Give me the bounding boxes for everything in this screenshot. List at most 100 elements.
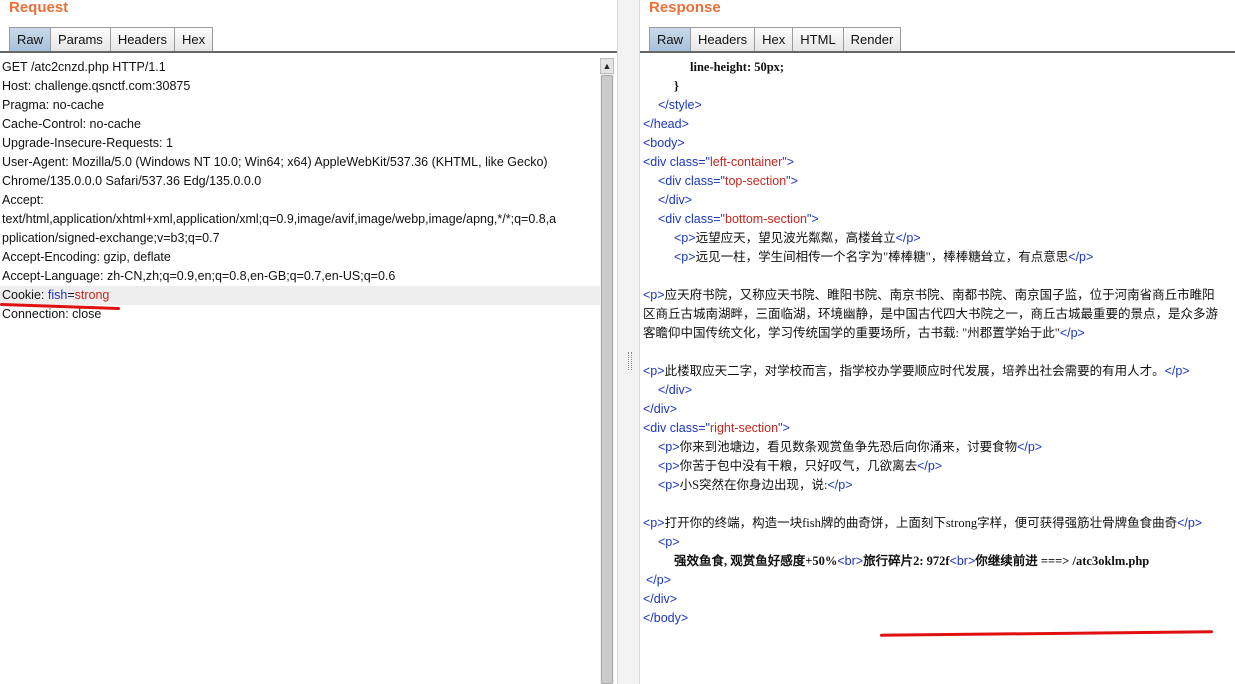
code-line: <body>	[643, 134, 1233, 153]
tag: </body>	[643, 611, 689, 625]
code-line: </div>	[643, 590, 1233, 609]
response-tab-bar: Raw Headers Hex HTML Render	[649, 27, 902, 51]
header-accept-language: Accept-Language: zh-CN,zh;q=0.9,en;q=0.8…	[2, 269, 396, 283]
tag: ">	[786, 174, 798, 188]
tag: </p>	[1059, 326, 1085, 340]
code-line: <p>	[643, 533, 1233, 552]
code-line: <p>打开你的终端，构造一块fish牌的曲奇饼，上面刻下strong字样，便可获…	[643, 514, 1218, 533]
code-line: <p>远望应天，望见波光粼粼，高楼耸立</p>	[643, 229, 1233, 248]
paragraph-text: 小S突然在你身边出现，说:	[679, 478, 828, 492]
header-cookie: Cookie: fish=strong	[0, 286, 600, 305]
tag: ="	[698, 155, 710, 169]
tag: </div>	[658, 383, 693, 397]
code-line: <div class="top-section">	[643, 172, 1233, 191]
tag: </head>	[643, 117, 689, 131]
cookie-name: fish	[47, 288, 68, 302]
cookie-key: Cookie:	[2, 288, 48, 302]
code-line: </div>	[643, 400, 1233, 419]
response-viewer[interactable]: line-height: 50px; } </style> </head> <b…	[643, 58, 1233, 628]
css-brace: }	[674, 79, 679, 93]
code-line: <p>你来到池塘边，看见数条观赏鱼争先恐后向你涌来，讨要食物</p>	[643, 438, 1233, 457]
tag: <p>	[643, 364, 665, 378]
tab-underline	[0, 51, 617, 53]
tag: ">	[806, 212, 819, 226]
tag: <p>	[658, 478, 680, 492]
code-line: <p>应天府书院，又称应天书院、睢阳书院、南京书院、南都书院、南京国子监，位于河…	[643, 286, 1218, 343]
tag: ="	[713, 174, 725, 188]
tag: <div	[643, 155, 670, 169]
code-line: <p>此楼取应天二字，对学校而言，指学校办学要顺应时代发展，培养出社会需要的有用…	[643, 362, 1218, 381]
code-line: </body>	[643, 609, 1233, 628]
tag: <p>	[674, 231, 696, 245]
tag: <p>	[658, 535, 680, 549]
tab-headers[interactable]: Headers	[109, 27, 175, 51]
tag: </p>	[1164, 364, 1190, 378]
header-user-agent-cont: Chrome/135.0.0.0 Safari/537.36 Edg/135.0…	[2, 174, 262, 188]
request-pane: Request Raw Params Headers Hex GET /atc2…	[0, 0, 617, 684]
request-editor[interactable]: GET /atc2cnzd.php HTTP/1.1 Host: challen…	[0, 58, 600, 324]
splitter-grip-icon[interactable]	[628, 352, 632, 370]
attr-value: top-section	[725, 174, 787, 188]
scroll-up-arrow-icon[interactable]: ▲	[600, 58, 614, 74]
paragraph-text: 远见一柱，学生间相传一个名字为"棒棒糖"，棒棒糖耸立，有点意思	[695, 250, 1069, 264]
paragraph-text: 你来到池塘边，看见数条观赏鱼争先恐后向你涌来，讨要食物	[679, 440, 1018, 454]
tab-hex[interactable]: Hex	[754, 27, 794, 51]
pane-splitter[interactable]	[617, 0, 640, 684]
tag: </p>	[827, 478, 853, 492]
header-accept: Accept:	[2, 193, 44, 207]
tab-render[interactable]: Render	[842, 27, 902, 51]
request-scrollbar[interactable]: ▲	[600, 58, 614, 684]
attr-value: left-container	[710, 155, 783, 169]
tag: <p>	[674, 250, 696, 264]
header-upgrade-insecure: Upgrade-Insecure-Requests: 1	[2, 136, 173, 150]
scroll-thumb[interactable]	[601, 75, 613, 684]
code-line: <p>远见一柱，学生间相传一个名字为"棒棒糖"，棒棒糖耸立，有点意思</p>	[643, 248, 1233, 267]
hint-underline-annotation	[879, 630, 1214, 637]
code-line: <div class="bottom-section">	[643, 210, 1233, 229]
tag: </div>	[658, 193, 693, 207]
tag: ">	[778, 421, 790, 435]
tag: </div>	[643, 592, 678, 606]
tag: </p>	[1177, 516, 1203, 530]
header-accept-value-cont: pplication/signed-exchange;v=b3;q=0.7	[2, 231, 220, 245]
hint-reward: 强效鱼食, 观赏鱼好感度+50%	[674, 554, 838, 568]
header-accept-value: text/html,application/xhtml+xml,applicat…	[2, 212, 557, 226]
code-line: <div class="right-section">	[643, 419, 1233, 438]
attr-name: class	[684, 174, 714, 188]
tag: <div	[658, 174, 685, 188]
code-line: </div>	[643, 191, 1233, 210]
code-line: </head>	[643, 115, 1233, 134]
hint-next-path: 你继续前进 ===> /atc3oklm.php	[975, 554, 1150, 568]
tag: </p>	[646, 573, 672, 587]
response-pane: Response Raw Headers Hex HTML Render lin…	[640, 0, 1235, 684]
tag: <br>	[949, 554, 976, 568]
code-line: <div class="left-container">	[643, 153, 1233, 172]
tag: </p>	[917, 459, 943, 473]
tag: </p>	[895, 231, 921, 245]
tab-hex[interactable]: Hex	[173, 27, 214, 51]
tab-params[interactable]: Params	[50, 27, 111, 51]
tab-raw[interactable]: Raw	[649, 27, 692, 51]
header-cache-control: Cache-Control: no-cache	[2, 117, 141, 131]
request-line: GET /atc2cnzd.php HTTP/1.1	[2, 60, 166, 74]
paragraph-text: 此楼取应天二字，对学校而言，指学校办学要顺应时代发展，培养出社会需要的有用人才。	[664, 364, 1165, 378]
tab-html[interactable]: HTML	[792, 27, 844, 51]
tag: </p>	[1068, 250, 1094, 264]
attr-name: class	[669, 421, 699, 435]
tag: <br>	[837, 554, 864, 568]
tab-headers[interactable]: Headers	[690, 27, 756, 51]
tag: <div	[643, 421, 670, 435]
request-tab-bar: Raw Params Headers Hex	[9, 27, 214, 51]
tab-underline	[640, 51, 1235, 53]
paragraph-text: 应天府书院，又称应天书院、睢阳书院、南京书院、南都书院、南京国子监，位于河南省商…	[643, 288, 1219, 340]
code-line: </div>	[643, 381, 1233, 400]
response-title: Response	[649, 0, 721, 16]
tab-raw[interactable]: Raw	[9, 27, 52, 51]
paragraph-text: 打开你的终端，构造一块fish牌的曲奇饼，上面刻下strong字样，便可获得强筋…	[664, 516, 1178, 530]
request-title: Request	[9, 0, 69, 16]
css-line-height: line-height: 50px;	[690, 60, 785, 74]
attr-name: class	[669, 155, 699, 169]
